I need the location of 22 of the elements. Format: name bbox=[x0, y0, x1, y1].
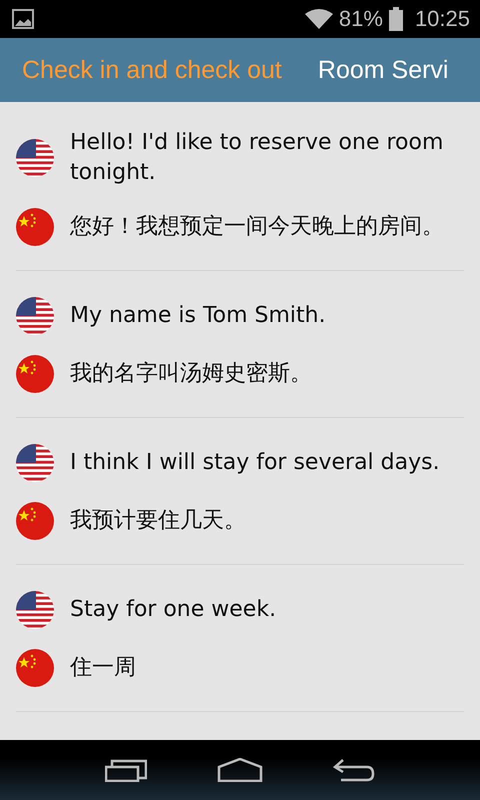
phrase-text: 您好！我想预定一间今天晚上的房间。 bbox=[70, 213, 444, 241]
tab[interactable]: Room Servi bbox=[318, 50, 448, 90]
image-icon bbox=[12, 9, 34, 29]
clock-time: 10:25 bbox=[414, 6, 470, 32]
phrase-text: 我的名字叫汤姆史密斯。 bbox=[70, 360, 312, 388]
phrase-text: I think I will stay for several days. bbox=[70, 449, 440, 477]
wifi-icon bbox=[304, 8, 333, 30]
us-flag-icon bbox=[16, 297, 54, 335]
phrase-text: My name is Tom Smith. bbox=[70, 302, 326, 330]
us-flag-icon bbox=[16, 139, 54, 177]
china-flag-icon bbox=[16, 502, 54, 540]
china-flag-icon bbox=[16, 649, 54, 687]
phrase-text: 住一周 bbox=[70, 654, 136, 682]
china-flag-icon bbox=[16, 355, 54, 393]
battery-percent: 81% bbox=[338, 6, 383, 32]
china-flag-icon bbox=[16, 208, 54, 246]
us-flag-icon bbox=[16, 591, 54, 629]
phrase-text: Stay for one week. bbox=[70, 596, 276, 624]
us-flag-icon bbox=[16, 444, 54, 482]
phrase-text: 我预计要住几天。 bbox=[70, 507, 246, 535]
phrase-text: Hello! I'd like to reserve one room tonight. bbox=[70, 129, 444, 187]
battery-icon bbox=[388, 7, 403, 31]
